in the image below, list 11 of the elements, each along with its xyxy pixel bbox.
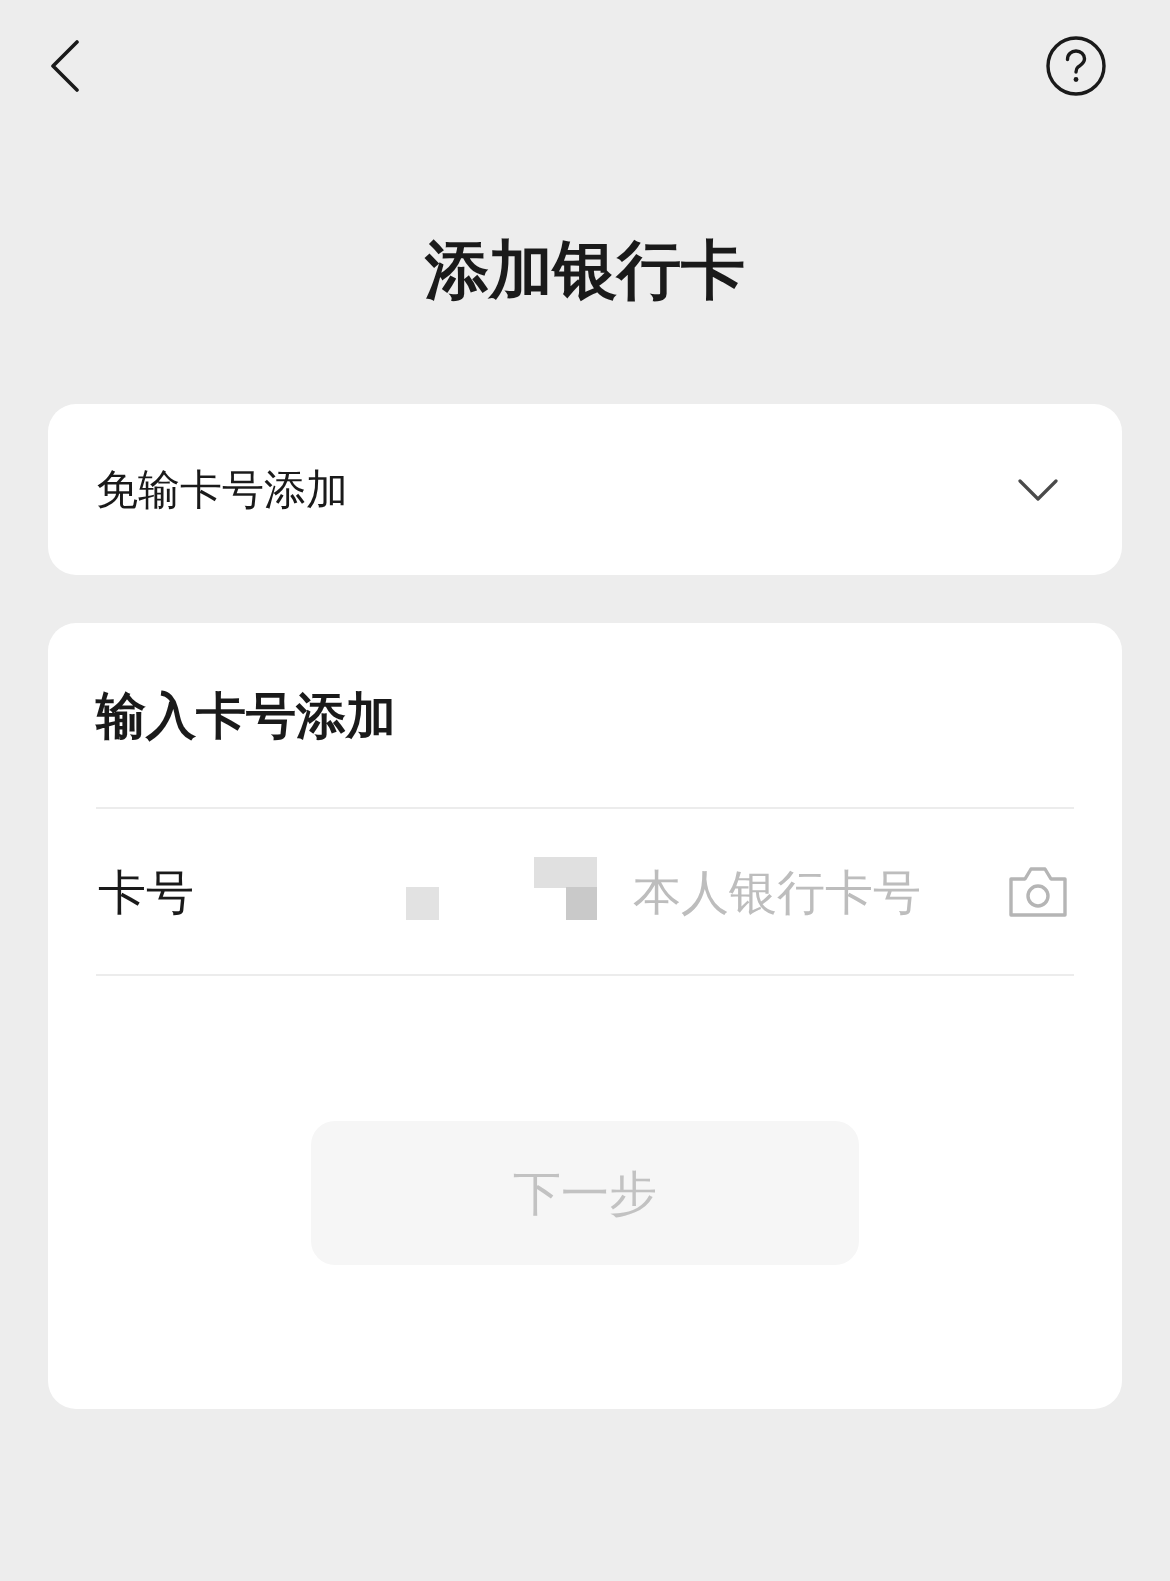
section-title: 输入卡号添加 (96, 691, 396, 741)
field-label: 卡号 (97, 867, 194, 916)
back-button[interactable] (50, 39, 80, 92)
help-icon (1046, 35, 1106, 96)
card-number-field[interactable]: 本人银行卡号 (633, 859, 993, 924)
quick-add-toggle[interactable]: 免输卡号添加 (48, 404, 1122, 575)
page-title: 添加银行卡 (425, 238, 745, 302)
help-button[interactable] (1046, 35, 1106, 96)
camera-icon (1008, 865, 1068, 918)
chevron-down-icon (1018, 477, 1058, 502)
chevron-left-icon (50, 39, 80, 92)
